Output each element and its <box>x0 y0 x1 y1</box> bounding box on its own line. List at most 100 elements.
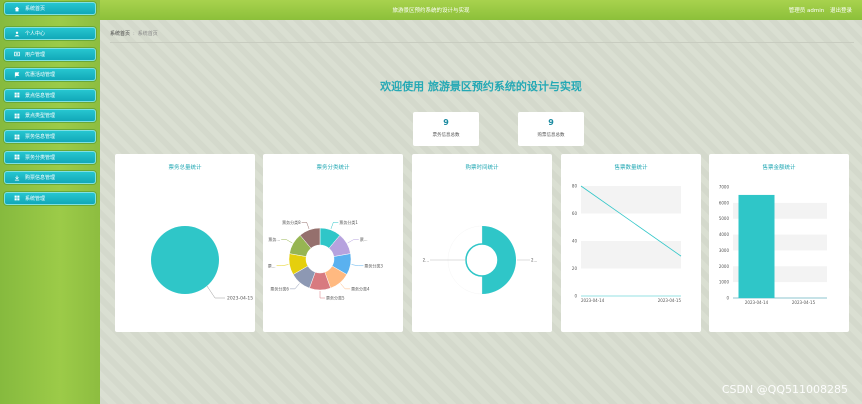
label-leader <box>330 222 339 230</box>
label-leader <box>347 239 359 244</box>
grid-band <box>581 186 681 214</box>
slice-label: 票务分类4 <box>351 285 370 291</box>
chart-purchase-time: 2... 2... <box>423 225 537 295</box>
label-leader <box>301 222 310 230</box>
label-leader <box>319 291 325 299</box>
y-tick-label: 40 <box>572 239 578 244</box>
donut-hole <box>465 243 499 277</box>
label-leader <box>289 283 300 290</box>
chart-card-sales-count: 售票数量统计 0 20 40 60 80 2023-04-14 2023-04-15 <box>561 154 701 332</box>
slice-label: 票... <box>360 236 368 242</box>
sidebar-item-label: 购票信息管理 <box>25 175 56 182</box>
sidebar-item-label: 优惠活动管理 <box>25 72 56 79</box>
grid-icon <box>13 133 20 140</box>
flag-icon <box>13 71 20 78</box>
stat-card-tickets: 9 票务信息总数 <box>413 112 479 146</box>
y-tick-label: 4000 <box>719 232 730 237</box>
grid-icon <box>13 154 20 161</box>
sidebar-item-0[interactable]: 个人中心 <box>4 27 96 40</box>
home-icon <box>13 5 20 12</box>
y-tick-label: 1000 <box>719 280 730 285</box>
chart-card-ticket-category: 票务分类统计 票务分类1 票... 票务分类3 票务分类4 票务分类5 票务分类6 票...… <box>263 154 403 332</box>
x-tick-label: 2023-04-14 <box>745 300 769 305</box>
grid-icon <box>13 112 20 119</box>
y-tick-label: 60 <box>572 211 578 216</box>
gear-icon <box>13 51 20 58</box>
label-leader <box>351 264 364 267</box>
sidebar-item-3[interactable]: 景点信息管理 <box>4 88 96 102</box>
chart-ticket-total: 2023-04-15 <box>151 226 253 302</box>
y-tick-label: 5000 <box>719 216 730 221</box>
sidebar-item-label: 票务分类管理 <box>25 154 56 161</box>
sidebar-item-home[interactable]: 系统首页 <box>4 2 96 15</box>
sidebar-item-label: 用户管理 <box>25 51 46 58</box>
chart-ticket-category: 票务分类1 票... 票务分类3 票务分类4 票务分类5 票务分类6 票... 票务... 票务… <box>268 219 384 301</box>
slice-label: 票务分类1 <box>339 219 358 225</box>
y-tick-label: 0 <box>574 294 577 299</box>
sidebar-item-label: 系统首页 <box>25 6 46 12</box>
sidebar-item-6[interactable]: 票务分类管理 <box>4 150 96 164</box>
breadcrumb: 系统首页: 系统首页 <box>110 30 158 37</box>
x-tick-label: 2023-04-15 <box>792 300 816 305</box>
main-content: 系统首页: 系统首页 欢迎使用 旅游景区预约系统的设计与实现 9 票务信息总数 9… <box>100 20 862 404</box>
sidebar-item-4[interactable]: 景点类型管理 <box>4 109 96 123</box>
label-leader <box>281 239 293 244</box>
sidebar-item-label: 系统管理 <box>25 195 46 202</box>
sidebar: 系统首页 个人中心用户管理优惠活动管理 景点信息管理 景点类型管理 票务信息管理 票务分… <box>0 0 100 404</box>
y-tick-label: 0 <box>726 296 729 301</box>
sidebar-item-label: 票务信息管理 <box>25 134 56 140</box>
x-tick-label: 2023-04-14 <box>581 298 605 303</box>
slice-label: 票务... <box>268 236 280 242</box>
y-tick-label: 20 <box>572 266 578 271</box>
sidebar-item-5[interactable]: 票务信息管理 <box>4 130 96 143</box>
slice-label: 票... <box>268 262 276 268</box>
x-tick-label: 2023-04-15 <box>658 298 682 303</box>
slice-label: 票务分类6 <box>270 285 289 291</box>
slice-label: 2... <box>423 258 429 263</box>
grid-icon <box>13 92 20 99</box>
stat-label: 票务信息总数 <box>432 133 460 138</box>
chart-card-purchase-time: 购票时间统计 2... 2... <box>412 154 552 332</box>
slice-label: 2... <box>531 258 537 263</box>
app-title: 旅游景区预约系统的设计与实现 <box>392 8 470 14</box>
label-leader <box>340 283 351 290</box>
sidebar-item-7[interactable]: 购票信息管理 <box>4 171 96 185</box>
chart-sales-count: 0 20 40 60 80 2023-04-14 2023-04-15 <box>572 184 682 304</box>
sidebar-item-8[interactable]: 系统管理 <box>4 191 96 205</box>
user-icon <box>13 30 20 37</box>
divider <box>110 42 854 43</box>
sidebar-item-label: 景点信息管理 <box>25 92 56 99</box>
grid-icon <box>13 195 20 202</box>
breadcrumb-current: 系统首页 <box>137 31 158 37</box>
label-leader <box>276 264 289 267</box>
sidebar-item-1[interactable]: 用户管理 <box>4 47 96 61</box>
chart-card-sales-amount: 售票金额统计 0 1000 2000 3000 4000 5000 6000 7000 2023… <box>709 154 849 332</box>
y-tick-label: 80 <box>572 184 578 189</box>
slice-label: 票务分类5 <box>326 295 345 301</box>
watermark: CSDN @QQ511008285 <box>721 383 848 396</box>
stat-card-purchases: 9 购票信息总数 <box>518 112 584 146</box>
stat-label: 购票信息总数 <box>537 133 565 138</box>
label-leader <box>206 285 225 299</box>
stat-value: 9 <box>443 118 449 127</box>
sidebar-item-label: 个人中心 <box>25 31 46 37</box>
breadcrumb-separator: : <box>133 31 135 37</box>
y-tick-label: 2000 <box>719 264 730 269</box>
slice-label: 票务分类8 <box>282 219 301 225</box>
page-title: 欢迎使用 旅游景区预约系统的设计与实现 <box>380 80 582 93</box>
y-tick-label: 7000 <box>719 185 730 190</box>
logout-link[interactable]: 退出登录 <box>830 8 852 14</box>
top-bar: 旅游景区预约系统的设计与实现 管理员 admin 退出登录 <box>0 0 862 20</box>
chart-sales-amount: 0 1000 2000 3000 4000 5000 6000 7000 2023-04-14 2… <box>719 185 827 305</box>
slice-label: 2023-04-15 <box>227 296 253 302</box>
pie-slice <box>151 226 219 294</box>
y-tick-label: 3000 <box>719 248 730 253</box>
bar <box>738 194 775 298</box>
chart-card-ticket-total: 票务总量统计 2023-04-15 <box>115 154 255 332</box>
sidebar-item-2[interactable]: 优惠活动管理 <box>4 68 96 82</box>
y-tick-label: 6000 <box>719 200 730 205</box>
sidebar-item-label: 景点类型管理 <box>25 113 56 120</box>
slice-label: 票务分类3 <box>364 262 383 268</box>
download-icon <box>13 174 20 181</box>
breadcrumb-home[interactable]: 系统首页 <box>110 31 130 37</box>
